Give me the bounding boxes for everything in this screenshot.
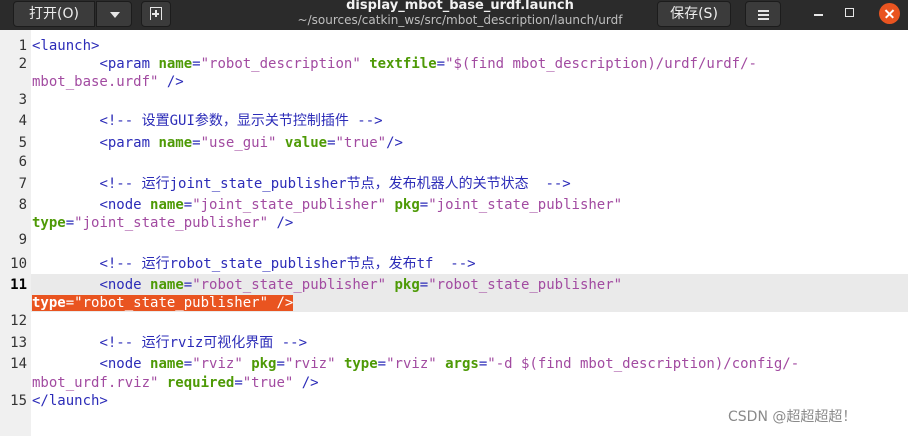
line-number: 15 bbox=[10, 393, 27, 409]
code-line-wrap[interactable]: type="joint_state_publisher" /> bbox=[32, 213, 293, 233]
code-token: textfile bbox=[369, 56, 437, 72]
code-token: "rviz" bbox=[386, 356, 437, 372]
line-number: 7 bbox=[18, 176, 27, 192]
code-comment: <!-- 设置GUI参数，显示关节控制插件 --> bbox=[99, 113, 383, 129]
code-token: <node bbox=[99, 277, 142, 293]
code-line[interactable]: <!-- 运行robot_state_publisher节点，发布tf --> bbox=[32, 254, 476, 274]
code-token: "-d $(find mbot_description)/config/- bbox=[487, 356, 800, 372]
line-number-current: 11 bbox=[10, 277, 27, 293]
code-token: "$(find mbot_description)/urdf/urdf/- bbox=[445, 56, 757, 72]
open-button[interactable]: 打开(O) bbox=[13, 1, 95, 27]
save-button[interactable]: 保存(S) bbox=[657, 1, 731, 27]
code-comment: <!-- 运行rviz可视化界面 --> bbox=[99, 335, 308, 351]
line-number: 3 bbox=[18, 92, 27, 108]
code-line-current[interactable]: <node name="robot_state_publisher" pkg="… bbox=[32, 275, 622, 295]
line-number: 5 bbox=[18, 135, 27, 151]
code-token: "use_gui" bbox=[200, 135, 277, 151]
code-token: <node bbox=[99, 197, 142, 213]
code-token: name bbox=[150, 197, 184, 213]
code-token: "rviz" bbox=[192, 356, 243, 372]
code-token: "robot_state_publisher" bbox=[192, 277, 387, 293]
menu-icon bbox=[758, 10, 769, 20]
code-token: value bbox=[284, 135, 328, 151]
code-token: /> bbox=[268, 295, 294, 311]
code-token: type bbox=[343, 356, 378, 372]
menu-button[interactable] bbox=[745, 1, 781, 27]
code-line-wrap[interactable]: mbot_urdf.rviz" required="true" /> bbox=[32, 373, 319, 393]
code-line[interactable]: <!-- 设置GUI参数，显示关节控制插件 --> bbox=[32, 111, 383, 131]
line-number: 6 bbox=[18, 154, 27, 170]
code-token: /> bbox=[268, 215, 294, 231]
minimize-icon[interactable] bbox=[814, 14, 823, 16]
code-comment: <!-- 运行robot_state_publisher节点，发布tf --> bbox=[99, 256, 476, 272]
code-token: "joint_state_publisher" bbox=[74, 215, 269, 231]
code-token: /> bbox=[158, 74, 184, 90]
code-line[interactable]: <!-- 运行joint_state_publisher节点，发布机器人的关节状… bbox=[32, 174, 571, 194]
code-token: "robot_state_publisher" bbox=[74, 295, 269, 311]
code-token: /> bbox=[293, 375, 319, 391]
code-line-wrap[interactable]: type="robot_state_publisher" /> bbox=[32, 293, 294, 313]
code-token: mbot_urdf.rviz" bbox=[32, 375, 159, 391]
code-token: "joint_state_publisher" bbox=[428, 197, 623, 213]
line-number: 14 bbox=[10, 356, 27, 372]
code-line[interactable]: <node name="joint_state_publisher" pkg="… bbox=[32, 195, 622, 215]
code-line[interactable]: <!-- 运行rviz可视化界面 --> bbox=[32, 333, 307, 353]
code-token: args bbox=[445, 356, 479, 372]
maximize-icon[interactable] bbox=[845, 8, 854, 17]
line-number: 10 bbox=[10, 256, 27, 272]
code-line[interactable]: <param name="robot_description" textfile… bbox=[32, 54, 757, 74]
code-token: <param bbox=[99, 56, 151, 72]
chevron-down-icon bbox=[110, 12, 120, 18]
code-comment: <!-- 运行joint_state_publisher节点，发布机器人的关节状… bbox=[99, 176, 571, 192]
line-number: 4 bbox=[18, 113, 27, 129]
line-number: 13 bbox=[10, 335, 27, 351]
code-token: </launch> bbox=[32, 393, 108, 409]
code-token: <launch> bbox=[32, 38, 100, 54]
window-subtitle-path: ~/sources/catkin_ws/src/mbot_description… bbox=[297, 13, 623, 27]
close-icon[interactable] bbox=[879, 3, 900, 24]
line-number: 12 bbox=[10, 313, 27, 329]
code-line[interactable]: <param name="use_gui" value="true"/> bbox=[32, 133, 403, 153]
code-token: "robot_state_publisher" bbox=[428, 277, 623, 293]
line-number: 2 bbox=[18, 56, 27, 72]
line-number: 8 bbox=[18, 197, 27, 213]
code-token: "robot_description" bbox=[200, 56, 361, 72]
code-token: <node bbox=[99, 356, 142, 372]
code-token: pkg bbox=[251, 356, 277, 372]
text-selection[interactable]: type="robot_state_publisher" /> bbox=[32, 295, 294, 311]
code-token: required bbox=[166, 375, 235, 391]
code-token: "true" bbox=[335, 135, 387, 151]
code-line[interactable]: <node name="rviz" pkg="rviz" type="rviz"… bbox=[32, 354, 799, 374]
code-token: mbot_base.urdf" bbox=[32, 74, 159, 90]
code-token: "rviz" bbox=[284, 356, 336, 372]
code-token: name bbox=[158, 135, 193, 151]
code-token: "joint_state_publisher" bbox=[192, 197, 387, 213]
header-bar: 打开(O) display_mbot_base_urdf.launch ~/so… bbox=[0, 0, 908, 30]
code-token: /> bbox=[386, 135, 403, 151]
line-number: 1 bbox=[18, 38, 27, 54]
code-token: "true" bbox=[242, 375, 294, 391]
text-editor[interactable]: 1 2 3 4 5 6 7 8 9 10 11 12 13 14 15 <lau… bbox=[0, 30, 908, 436]
code-token: name bbox=[150, 356, 184, 372]
code-token: name bbox=[150, 277, 184, 293]
new-tab-button[interactable] bbox=[141, 1, 171, 27]
code-line-wrap[interactable]: mbot_base.urdf" /> bbox=[32, 72, 184, 92]
line-number: 9 bbox=[18, 232, 27, 248]
watermark: CSDN @超超超超！ bbox=[728, 409, 857, 425]
code-line[interactable]: <launch> bbox=[32, 36, 99, 56]
open-recent-dropdown-button[interactable] bbox=[96, 1, 132, 27]
code-token: pkg bbox=[394, 197, 420, 213]
code-token: type bbox=[32, 295, 66, 311]
line-number-gutter: 1 2 3 4 5 6 7 8 9 10 11 12 13 14 15 bbox=[0, 30, 31, 436]
code-line[interactable]: </launch> bbox=[32, 391, 108, 411]
code-token: type bbox=[32, 215, 66, 231]
code-token: name bbox=[158, 56, 193, 72]
code-token: <param bbox=[99, 135, 151, 151]
new-tab-icon bbox=[150, 7, 162, 20]
code-token: pkg bbox=[394, 277, 420, 293]
